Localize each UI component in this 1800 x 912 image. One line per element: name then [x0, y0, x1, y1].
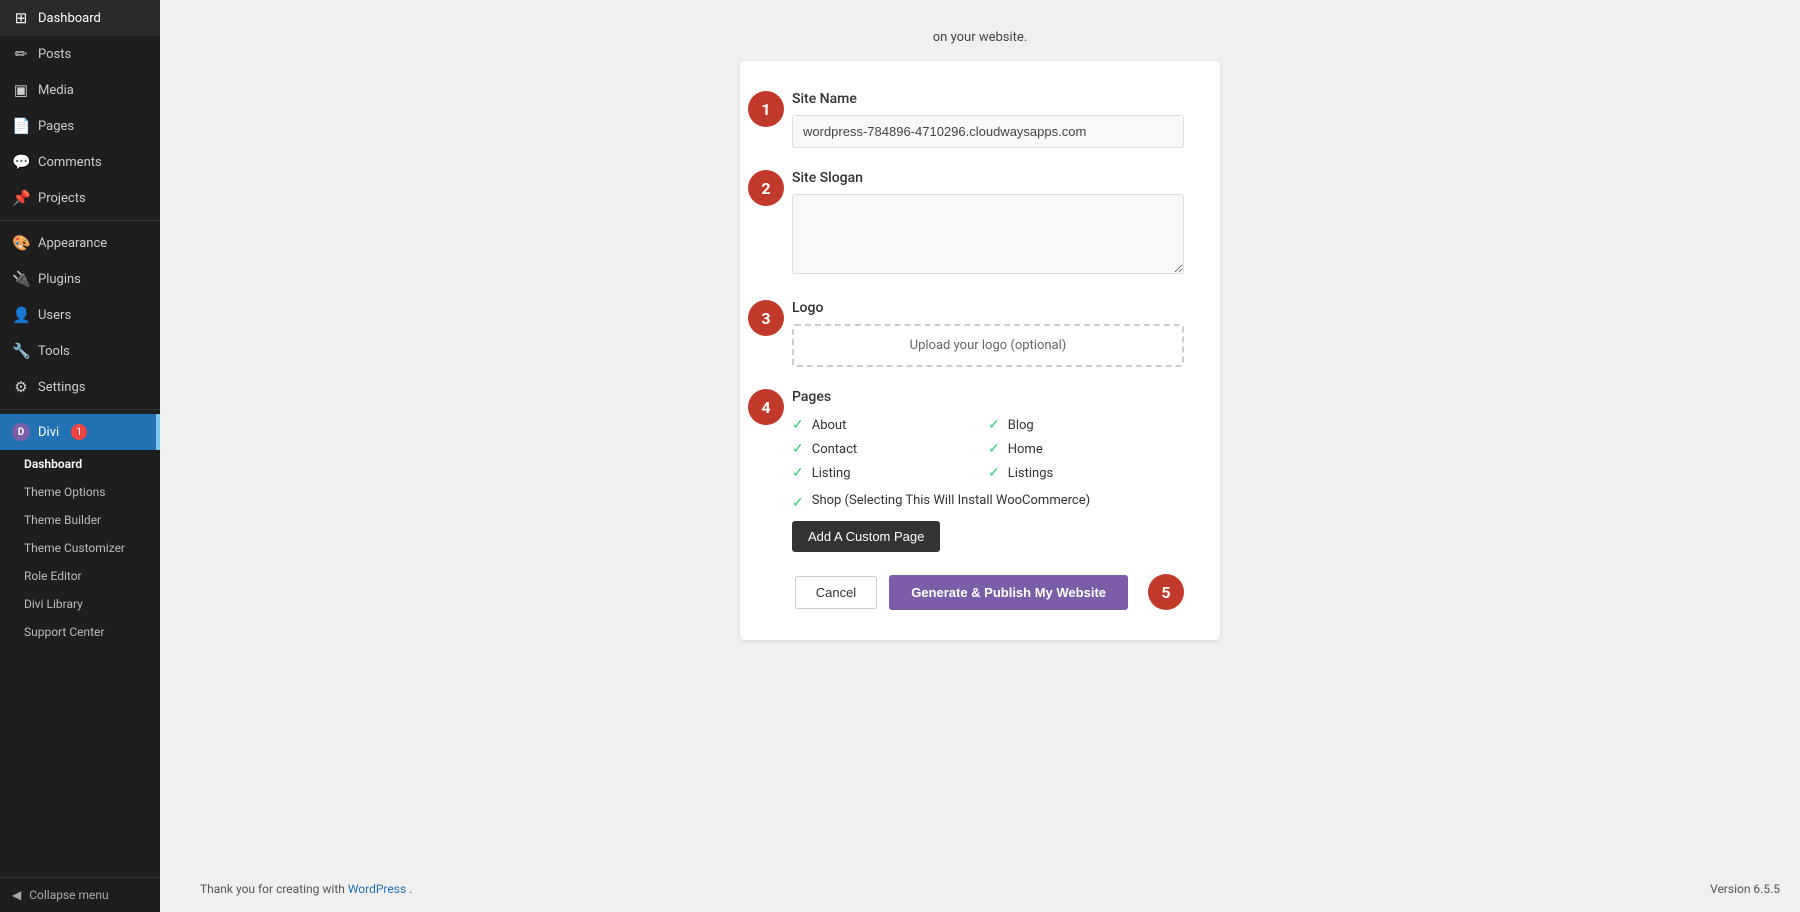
site-slogan-input[interactable]: [792, 194, 1184, 274]
sidebar-item-tools[interactable]: 🔧 Tools: [0, 333, 160, 369]
pages-icon: 📄: [12, 117, 30, 135]
page-listings: ✓ Listings: [988, 465, 1184, 481]
site-slogan-label: Site Slogan: [792, 170, 1184, 186]
tools-icon: 🔧: [12, 342, 30, 360]
page-shop: ✓ Shop (Selecting This Will Install WooC…: [792, 493, 1184, 511]
step-5-badge: 5: [1148, 574, 1184, 610]
divi-subitem-dashboard[interactable]: Dashboard: [0, 450, 160, 478]
sidebar-item-plugins[interactable]: 🔌 Plugins: [0, 261, 160, 297]
posts-icon: ✏: [12, 45, 30, 63]
checkmark-contact: ✓: [792, 441, 804, 457]
generate-publish-button[interactable]: Generate & Publish My Website: [889, 575, 1128, 610]
step-3-section: 3 Logo Upload your logo (optional): [776, 300, 1184, 367]
pages-grid: ✓ About ✓ Blog ✓ Contact ✓: [792, 417, 1184, 481]
form-footer: Cancel Generate & Publish My Website 5: [776, 574, 1184, 610]
sidebar-item-projects[interactable]: 📌 Projects: [0, 180, 160, 216]
content-area: on your website. 1 Site Name 2 Site Slog…: [200, 20, 1760, 892]
projects-icon: 📌: [12, 189, 30, 207]
page-blog: ✓ Blog: [988, 417, 1184, 433]
page-home: ✓ Home: [988, 441, 1184, 457]
step-4-section: 4 Pages ✓ About ✓ Blog ✓ Cont: [776, 389, 1184, 552]
step-1-badge: 1: [748, 91, 784, 127]
sidebar-item-dashboard[interactable]: ⊞ Dashboard: [0, 0, 160, 36]
sidebar-item-appearance[interactable]: 🎨 Appearance: [0, 225, 160, 261]
checkmark-blog: ✓: [988, 417, 1000, 433]
add-custom-page-button[interactable]: Add A Custom Page: [792, 521, 940, 552]
appearance-icon: 🎨: [12, 234, 30, 252]
divi-badge: 1: [71, 424, 87, 440]
divi-subitem-role-editor[interactable]: Role Editor: [0, 562, 160, 590]
comments-icon: 💬: [12, 153, 30, 171]
checkmark-shop: ✓: [792, 495, 804, 511]
sidebar-item-settings[interactable]: ⚙ Settings: [0, 369, 160, 405]
divi-subitem-support-center[interactable]: Support Center: [0, 618, 160, 646]
collapse-icon: ◀: [12, 888, 21, 902]
logo-label: Logo: [792, 300, 1184, 316]
collapse-menu-button[interactable]: ◀ Collapse menu: [0, 877, 160, 912]
divi-subitem-theme-customizer[interactable]: Theme Customizer: [0, 534, 160, 562]
logo-upload-button[interactable]: Upload your logo (optional): [792, 324, 1184, 367]
cancel-button[interactable]: Cancel: [795, 576, 877, 609]
media-icon: ▣: [12, 81, 30, 99]
form-card: 1 Site Name 2 Site Slogan 3 Logo Upload …: [740, 61, 1220, 640]
page-contact: ✓ Contact: [792, 441, 988, 457]
dashboard-icon: ⊞: [12, 9, 30, 27]
divi-subitem-theme-options[interactable]: Theme Options: [0, 478, 160, 506]
step-3-badge: 3: [748, 300, 784, 336]
pages-label: Pages: [792, 389, 1184, 405]
step-4-badge: 4: [748, 389, 784, 425]
checkmark-listings: ✓: [988, 465, 1000, 481]
users-icon: 👤: [12, 306, 30, 324]
checkmark-home: ✓: [988, 441, 1000, 457]
top-hint: on your website.: [933, 30, 1028, 45]
page-listing: ✓ Listing: [792, 465, 988, 481]
plugins-icon: 🔌: [12, 270, 30, 288]
wordpress-link[interactable]: WordPress: [348, 882, 406, 896]
checkmark-about: ✓: [792, 417, 804, 433]
site-name-input[interactable]: [792, 115, 1184, 148]
version-note: Version 6.5.5: [1710, 882, 1780, 896]
sidebar: ⊞ Dashboard ✏ Posts ▣ Media 📄 Pages 💬 Co…: [0, 0, 160, 912]
divi-subitem-divi-library[interactable]: Divi Library: [0, 590, 160, 618]
divi-menu-header[interactable]: D Divi 1: [0, 414, 160, 450]
step-2-badge: 2: [748, 170, 784, 206]
main-area: on your website. 1 Site Name 2 Site Slog…: [160, 0, 1800, 912]
main-content: on your website. 1 Site Name 2 Site Slog…: [160, 0, 1800, 912]
sidebar-item-posts[interactable]: ✏ Posts: [0, 36, 160, 72]
step-1-section: 1 Site Name: [776, 91, 1184, 148]
divi-icon: D: [12, 423, 30, 441]
sidebar-item-media[interactable]: ▣ Media: [0, 72, 160, 108]
sidebar-item-pages[interactable]: 📄 Pages: [0, 108, 160, 144]
settings-icon: ⚙: [12, 378, 30, 396]
checkmark-listing: ✓: [792, 465, 804, 481]
site-name-label: Site Name: [792, 91, 1184, 107]
sidebar-item-comments[interactable]: 💬 Comments: [0, 144, 160, 180]
sidebar-item-users[interactable]: 👤 Users: [0, 297, 160, 333]
divi-subitem-theme-builder[interactable]: Theme Builder: [0, 506, 160, 534]
step-2-section: 2 Site Slogan: [776, 170, 1184, 278]
page-footer: Thank you for creating with WordPress . …: [160, 882, 1800, 896]
footer-note: Thank you for creating with WordPress .: [180, 882, 432, 896]
page-about: ✓ About: [792, 417, 988, 433]
